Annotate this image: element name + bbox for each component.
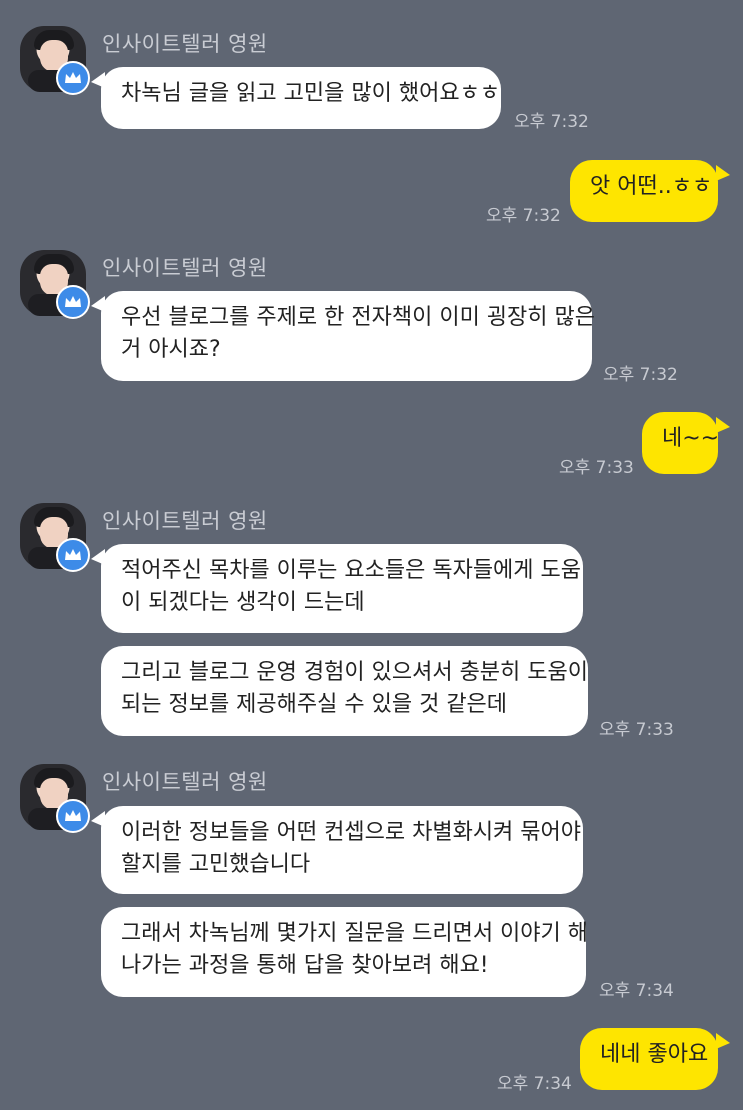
message-bubble[interactable]: 적어주신 목차를 이루는 요소들은 독자들에게 도움 이 되겠다는 생각이 드는… <box>101 544 583 633</box>
message-text: 앗 어떤..ㅎㅎ <box>590 174 713 199</box>
my-message-bubble[interactable]: 네~~ <box>642 412 720 474</box>
message-bubble[interactable]: 우선 블로그를 주제로 한 전자책이 이미 굉장히 많은 거 아시죠? <box>101 291 595 381</box>
message-bubble[interactable]: 이러한 정보들을 어떤 컨셉으로 차별화시켜 묶어야 할지를 고민했습니다 <box>101 806 583 894</box>
message-bubble[interactable]: 그래서 차녹님께 몇가지 질문을 드리면서 이야기 해 나가는 과정을 통해 답… <box>101 907 589 997</box>
bubble-tail <box>716 417 730 433</box>
message-time: 오후 7:32 <box>603 365 678 385</box>
message-bubble[interactable]: 차녹님 글을 읽고 고민을 많이 했어요ㅎㅎ <box>101 67 501 129</box>
bubble-tail <box>716 1033 730 1049</box>
message-line: 그래서 차녹님께 몇가지 질문을 드리면서 이야기 해 <box>121 921 589 946</box>
message-text: 네~~ <box>662 426 720 451</box>
my-message-bubble[interactable]: 네네 좋아요 <box>580 1028 718 1090</box>
message-line: 되는 정보를 제공해주실 수 있을 것 같은데 <box>121 692 508 717</box>
crown-icon <box>56 538 90 572</box>
message-line: 나가는 과정을 통해 답을 찾아보려 해요! <box>121 953 489 978</box>
sender-name: 인사이트텔러 영원 <box>102 770 268 794</box>
my-message-bubble[interactable]: 앗 어떤..ㅎㅎ <box>570 160 718 222</box>
message-time: 오후 7:33 <box>559 458 634 478</box>
message-bubble[interactable]: 그리고 블로그 운영 경험이 있으셔서 충분히 도움이 되는 정보를 제공해주실… <box>101 646 588 736</box>
message-line: 거 아시죠? <box>121 337 221 362</box>
message-line: 할지를 고민했습니다 <box>121 852 311 877</box>
crown-icon <box>56 285 90 319</box>
message-time: 오후 7:34 <box>497 1074 572 1094</box>
crown-icon <box>56 799 90 833</box>
message-line: 그리고 블로그 운영 경험이 있으셔서 충분히 도움이 <box>121 660 589 685</box>
message-time: 오후 7:32 <box>514 112 589 132</box>
sender-name: 인사이트텔러 영원 <box>102 509 268 533</box>
crown-icon <box>56 61 90 95</box>
sender-name: 인사이트텔러 영원 <box>102 256 268 280</box>
message-text: 차녹님 글을 읽고 고민을 많이 했어요ㅎㅎ <box>121 81 501 106</box>
message-line: 이러한 정보들을 어떤 컨셉으로 차별화시켜 묶어야 <box>121 820 582 845</box>
message-line: 우선 블로그를 주제로 한 전자책이 이미 굉장히 많은 <box>121 305 595 330</box>
sender-name: 인사이트텔러 영원 <box>102 32 268 56</box>
bubble-tail <box>716 165 730 181</box>
message-time: 오후 7:33 <box>599 720 674 740</box>
message-time: 오후 7:32 <box>486 206 561 226</box>
message-line: 이 되겠다는 생각이 드는데 <box>121 590 365 615</box>
message-text: 네네 좋아요 <box>600 1042 709 1067</box>
message-line: 적어주신 목차를 이루는 요소들은 독자들에게 도움 <box>121 558 582 583</box>
message-time: 오후 7:34 <box>599 981 674 1001</box>
